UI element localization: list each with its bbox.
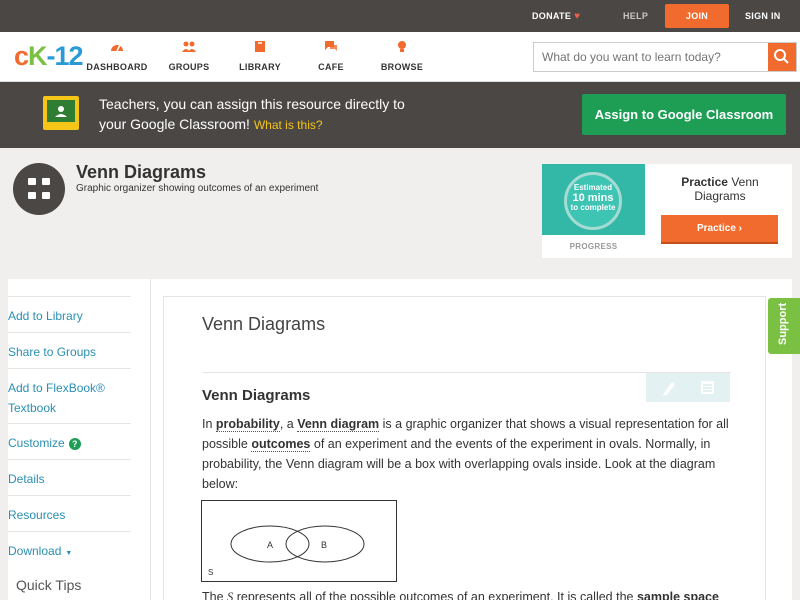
article-title: Venn Diagrams — [202, 314, 326, 334]
library-icon — [255, 41, 265, 52]
sidebar-item-resources[interactable]: Resources — [8, 495, 131, 525]
practice-title: Practice Venn Diagrams — [681, 175, 759, 203]
cafe-icon — [325, 41, 337, 51]
search-input[interactable] — [534, 43, 768, 71]
sidebar-item-add-to-flexbook[interactable]: Add to FlexBook® Textbook — [8, 368, 131, 418]
section-heading: Venn Diagrams — [202, 387, 311, 404]
groups-icon — [182, 41, 196, 52]
estimate-text: Estimated 10 mins to complete — [570, 183, 616, 212]
ck12-logo[interactable]: cK-12 — [14, 41, 84, 72]
venn-diagram-figure: A B S — [201, 500, 397, 582]
sidebar-item-add-to-library[interactable]: Add to Library — [8, 296, 131, 326]
caret-down-icon: ▼ — [65, 550, 73, 557]
progress-label: PROGRESS — [569, 242, 618, 251]
pencil-icon[interactable] — [663, 382, 675, 396]
main-nav: cK-12 DASHBOARD GROUPS LIBRARY CAFE BROW… — [0, 32, 800, 82]
article-paragraph: In probability, a Venn diagram is a grap… — [202, 417, 729, 491]
concept-title: Venn Diagrams — [76, 162, 207, 182]
assign-google-classroom-button[interactable]: Assign to Google Classroom — [582, 94, 786, 135]
nav-library[interactable]: LIBRARY — [225, 40, 295, 72]
notes-icon[interactable] — [701, 381, 714, 394]
venn-label-a: A — [267, 540, 273, 550]
venn-label-b: B — [321, 540, 327, 550]
practice-card: Estimated 10 mins to complete PROGRESS P… — [542, 164, 792, 258]
practice-button[interactable]: Practice › — [661, 215, 778, 244]
donate-link[interactable]: DONATE ♥ — [532, 0, 580, 32]
sign-in-link[interactable]: SIGN IN — [745, 0, 781, 32]
nav-dashboard[interactable]: DASHBOARD — [82, 40, 152, 72]
search-icon — [774, 49, 789, 64]
nav-browse[interactable]: BROWSE — [367, 40, 437, 72]
edit-tools — [646, 373, 730, 402]
term-sample-space[interactable]: sample space — [637, 590, 719, 600]
chevron-right-icon: › — [738, 223, 743, 234]
concept-subtitle: Graphic organizer showing outcomes of an… — [76, 183, 319, 194]
quick-tips-heading[interactable]: Quick Tips — [16, 577, 81, 593]
search-button[interactable] — [768, 43, 796, 71]
join-button[interactable]: JOIN — [665, 4, 729, 28]
nav-cafe[interactable]: CAFE — [296, 40, 366, 72]
term-outcomes[interactable]: outcomes — [251, 437, 311, 452]
search-box — [533, 42, 797, 72]
concept-icon — [13, 163, 65, 215]
classroom-banner: Teachers, you can assign this resource d… — [0, 82, 800, 148]
term-venn-diagram[interactable]: Venn diagram — [297, 417, 380, 432]
sidebar-item-download[interactable]: Download ▼ — [8, 531, 131, 564]
support-tab[interactable]: Support — [768, 298, 800, 354]
nav-groups[interactable]: GROUPS — [154, 40, 224, 72]
sidebar-item-details[interactable]: Details — [8, 459, 131, 489]
article-paragraph-2: The S represents all of the possible out… — [202, 590, 732, 600]
dashboard-icon — [111, 44, 123, 52]
venn-label-s: S — [208, 568, 213, 577]
help-icon[interactable]: ? — [68, 438, 81, 450]
google-classroom-icon — [43, 96, 79, 130]
heart-icon: ♥ — [574, 11, 581, 22]
browse-icon — [398, 41, 406, 52]
sidebar-item-customize[interactable]: Customize? — [8, 423, 131, 453]
what-is-this-link[interactable]: What is this? — [254, 118, 323, 132]
sidebar-item-share-to-groups[interactable]: Share to Groups — [8, 332, 131, 362]
term-probability[interactable]: probability — [215, 417, 280, 432]
help-link[interactable]: HELP — [623, 0, 648, 32]
top-utility-bar: DONATE ♥ HELP JOIN SIGN IN — [0, 0, 800, 32]
banner-message: Teachers, you can assign this resource d… — [99, 96, 405, 132]
